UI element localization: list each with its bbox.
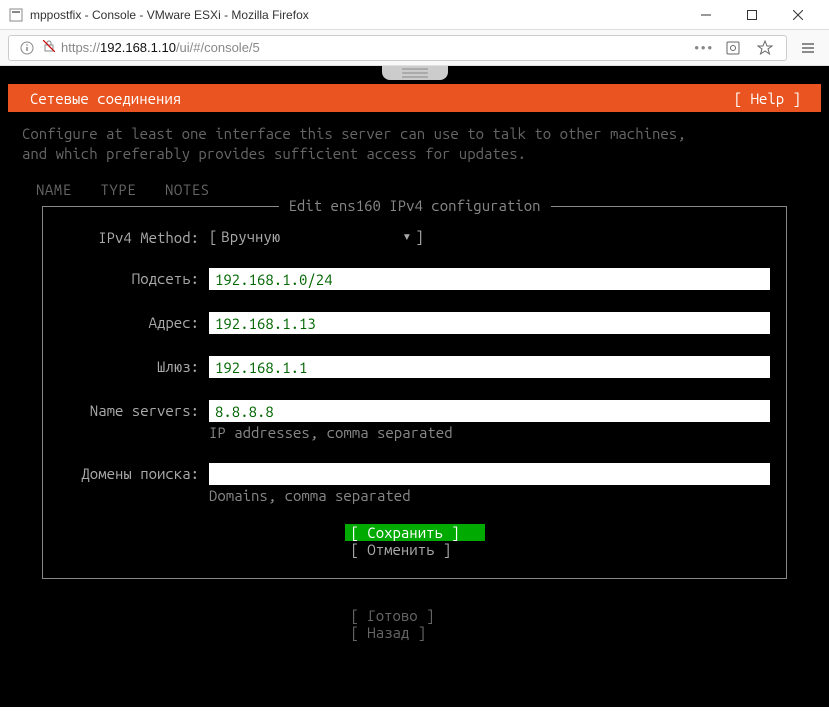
method-value: Вручную bbox=[221, 228, 280, 245]
tab-favicon bbox=[8, 7, 24, 23]
nameservers-label: Name servers: bbox=[59, 400, 209, 419]
searchdomains-label: Домены поиска: bbox=[59, 463, 209, 482]
address-input[interactable] bbox=[209, 312, 770, 334]
url-text: https://192.168.1.10/ui/#/console/5 bbox=[61, 40, 688, 55]
description-text: Configure at least one interface this se… bbox=[8, 112, 821, 167]
col-name: NAME bbox=[36, 181, 72, 198]
info-icon[interactable] bbox=[17, 41, 37, 55]
edit-dialog: Edit ens160 IPv4 configuration IPv4 Meth… bbox=[42, 206, 787, 579]
close-button[interactable] bbox=[775, 1, 821, 29]
done-button[interactable]: [ Готово ] bbox=[345, 607, 485, 624]
menu-icon[interactable] bbox=[795, 35, 821, 61]
reader-icon[interactable] bbox=[720, 35, 746, 61]
url-bar[interactable]: https://192.168.1.10/ui/#/console/5 ••• bbox=[8, 35, 787, 61]
col-type: TYPE bbox=[101, 181, 137, 198]
bookmark-icon[interactable] bbox=[752, 35, 778, 61]
subnet-label: Подсеть: bbox=[59, 268, 209, 287]
gateway-label: Шлюз: bbox=[59, 356, 209, 375]
back-button[interactable]: [ Назад ] bbox=[345, 624, 485, 641]
cancel-button[interactable]: [ Отменить ] bbox=[345, 541, 485, 558]
minimize-button[interactable] bbox=[683, 1, 729, 29]
col-notes: NOTES bbox=[165, 181, 210, 198]
dialog-title: Edit ens160 IPv4 configuration bbox=[278, 197, 550, 214]
maximize-button[interactable] bbox=[729, 1, 775, 29]
page-title: Сетевые соединения bbox=[22, 90, 181, 107]
more-icon[interactable]: ••• bbox=[694, 40, 714, 55]
method-select[interactable]: [ Вручную ▾ ] bbox=[209, 227, 424, 245]
searchdomains-hint: Domains, comma separated bbox=[209, 487, 770, 504]
nameservers-input[interactable] bbox=[209, 400, 770, 422]
console-drag-handle[interactable] bbox=[382, 66, 448, 80]
gateway-input[interactable] bbox=[209, 356, 770, 378]
lock-icon[interactable] bbox=[43, 40, 55, 55]
subnet-input[interactable] bbox=[209, 268, 770, 290]
statusbar bbox=[0, 707, 829, 721]
method-label: IPv4 Method: bbox=[59, 227, 209, 246]
help-button[interactable]: [ Help ] bbox=[734, 90, 807, 107]
save-button[interactable]: [ Сохранить ] bbox=[345, 524, 485, 541]
searchdomains-input[interactable] bbox=[209, 463, 770, 485]
address-label: Адрес: bbox=[59, 312, 209, 331]
chevron-down-icon: ▾ bbox=[402, 227, 411, 245]
nameservers-hint: IP addresses, comma separated bbox=[209, 424, 770, 441]
window-title: mppostfix - Console - VMware ESXi - Mozi… bbox=[30, 8, 309, 22]
